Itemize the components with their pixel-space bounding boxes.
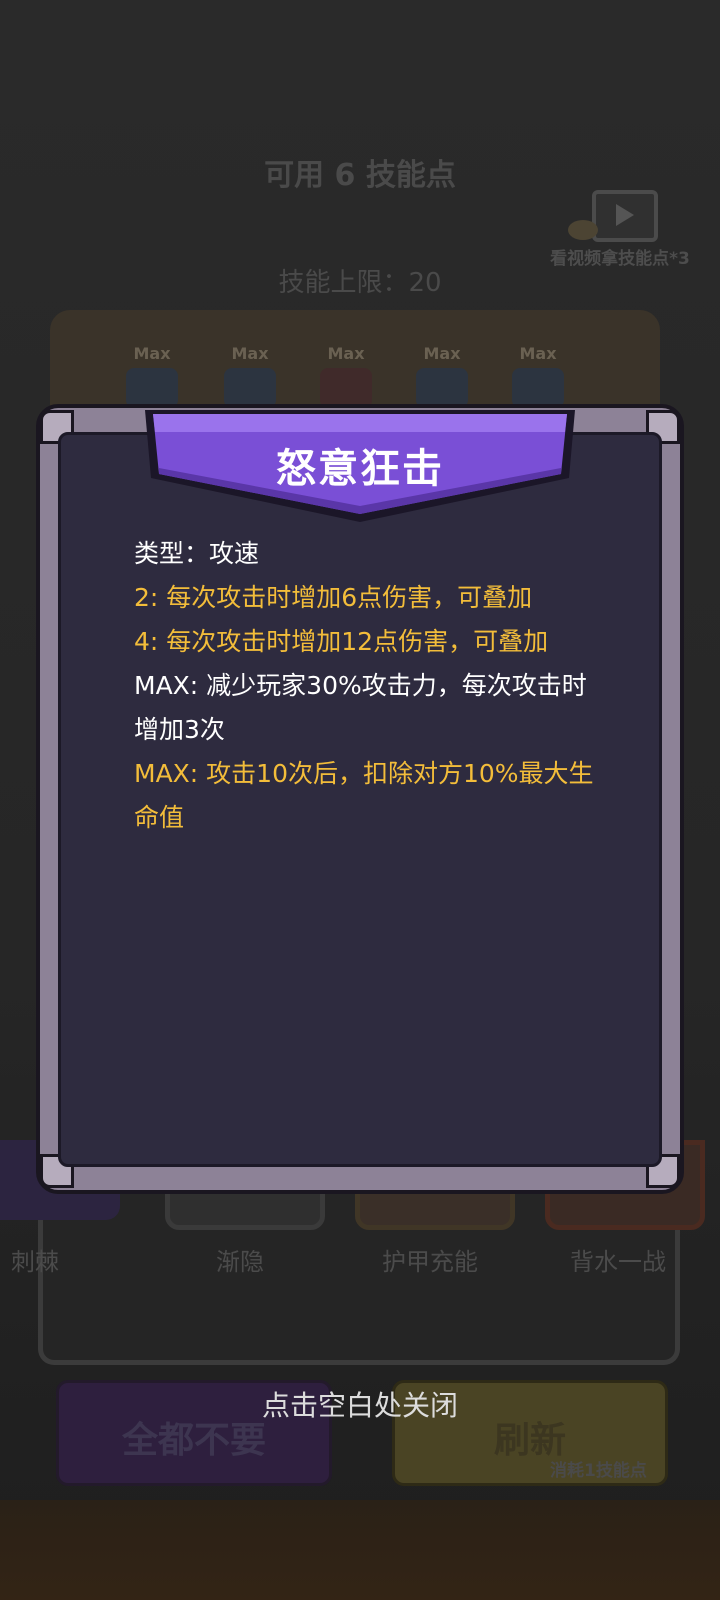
max-badge: Max <box>231 344 269 363</box>
max-effect-2: MAX: 攻击10次后，扣除对方10%最大生命值 <box>134 759 594 832</box>
title-banner: 怒意狂击 <box>139 398 581 528</box>
max-badge: Max <box>423 344 461 363</box>
max-badge: Max <box>327 344 365 363</box>
skill-card-name: 护甲充能 <box>382 1248 478 1276</box>
max-badge: Max <box>519 344 557 363</box>
tv-icon <box>592 190 658 242</box>
skill-description: 类型：攻速 2: 每次攻击时增加6点伤害，可叠加 4: 每次攻击时增加12点伤害… <box>134 532 604 840</box>
close-hint[interactable]: 点击空白处关闭 <box>0 1384 720 1424</box>
skill-detail-dialog: 怒意狂击 类型：攻速 2: 每次攻击时增加6点伤害，可叠加 4: 每次攻击时增加… <box>36 404 684 1194</box>
skill-card-name: 渐隐 <box>216 1248 264 1276</box>
max-effect-1: MAX: 减少玩家30%攻击力，每次攻击时增加3次 <box>134 671 587 744</box>
skill-card-name: 刺棘 <box>11 1248 59 1276</box>
refresh-cost-label: 消耗1技能点 <box>550 1461 647 1481</box>
ground-decoration <box>0 1500 720 1600</box>
level-4-effect: 4: 每次攻击时增加12点伤害，可叠加 <box>134 627 549 656</box>
coin-icon <box>568 220 598 240</box>
skill-limit-label: 技能上限：20 <box>278 268 442 298</box>
skill-type-line: 类型：攻速 <box>134 539 260 568</box>
video-reward-button[interactable]: 看视频拿技能点*3 <box>530 190 710 270</box>
skill-title: 怒意狂击 <box>276 446 444 492</box>
max-badge: Max <box>133 344 171 363</box>
skill-card-name: 背水一战 <box>570 1248 666 1276</box>
level-2-effect: 2: 每次攻击时增加6点伤害，可叠加 <box>134 583 533 612</box>
skill-points-title: 可用 6 技能点 <box>264 158 456 193</box>
